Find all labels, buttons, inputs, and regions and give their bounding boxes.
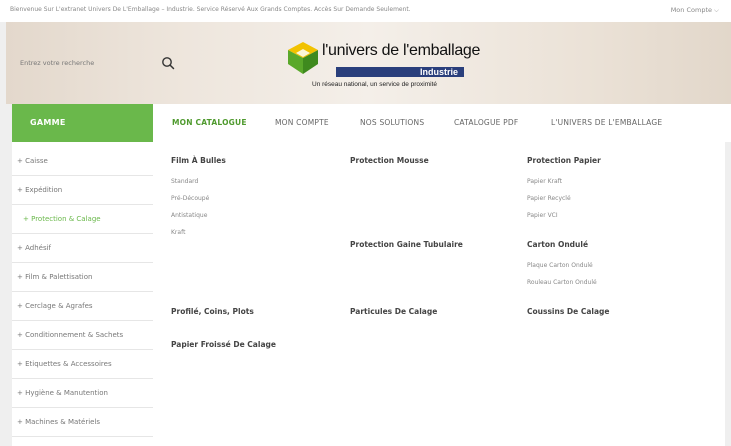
sidebar-item-etiquettes[interactable]: + Etiquettes & Accessoires — [12, 350, 153, 379]
search-icon[interactable] — [161, 56, 175, 70]
sidebar-item-adhesif[interactable]: + Adhésif — [12, 234, 153, 263]
category-heading-papier[interactable]: Protection Papier — [527, 156, 601, 165]
subcategory-link[interactable]: Pré-Découpé — [171, 195, 209, 202]
gamme-header[interactable]: GAMME — [12, 104, 153, 142]
subcategory-link[interactable]: Antistatique — [171, 212, 207, 219]
site-logo[interactable]: l'univers de l'emballage Industrie Un ré… — [278, 36, 481, 96]
sidebar-item-label: + Cerclage & Agrafes — [17, 302, 93, 310]
subcategory-link[interactable]: Kraft — [171, 229, 185, 236]
sidebar-item-expedition[interactable]: + Expédition — [12, 176, 153, 205]
logo-industrie-banner: Industrie — [336, 67, 464, 77]
account-menu-link[interactable]: Mon Compte ⌵ — [671, 6, 719, 15]
nav-univers-emballage[interactable]: L'UNIVERS DE L'EMBALLAGE — [551, 104, 662, 142]
sidebar-item-label: + Caisse — [17, 157, 48, 165]
sidebar-item-cerclage-agrafes[interactable]: + Cerclage & Agrafes — [12, 292, 153, 321]
search-box[interactable]: Entrez votre recherche — [20, 53, 175, 75]
category-heading-mousse[interactable]: Protection Mousse — [350, 156, 429, 165]
sidebar-item-caisse[interactable]: + Caisse — [12, 147, 153, 176]
site-header: Entrez votre recherche l'univers de l'em… — [6, 22, 731, 104]
subcategory-link[interactable]: Plaque Carton Ondulé — [527, 262, 593, 269]
sidebar-item-hygiene[interactable]: + Hygiène & Manutention — [12, 379, 153, 408]
sidebar-item-film-palettisation[interactable]: + Film & Palettisation — [12, 263, 153, 292]
category-heading-film-bulles[interactable]: Film À Bulles — [171, 156, 226, 165]
category-heading-carton-ondule[interactable]: Carton Ondulé — [527, 240, 588, 249]
sidebar-item-label: + Expédition — [17, 186, 63, 194]
sidebar-item-protection-calage[interactable]: + Protection & Calage — [12, 205, 153, 234]
category-heading-profile-coins[interactable]: Profilé, Coins, Plots — [171, 307, 254, 316]
subcategory-link[interactable]: Standard — [171, 178, 198, 185]
subcategory-link[interactable]: Papier VCI — [527, 212, 558, 219]
nav-nos-solutions[interactable]: NOS SOLUTIONS — [360, 104, 424, 142]
sidebar-item-label: + Protection & Calage — [23, 215, 101, 223]
category-heading-gaine-tubulaire[interactable]: Protection Gaine Tubulaire — [350, 240, 463, 249]
subcategory-link[interactable]: Papier Kraft — [527, 178, 562, 185]
sidebar-item-label: + Conditionnement & Sachets — [17, 331, 124, 339]
logo-tagline: Un réseau national, un service de proxim… — [312, 81, 438, 88]
sidebar-item-label: + Etiquettes & Accessoires — [17, 360, 112, 368]
sidebar-item-machines[interactable]: + Machines & Matériels — [12, 408, 153, 437]
category-heading-papier-froisse[interactable]: Papier Froissé De Calage — [171, 340, 276, 349]
subcategory-link[interactable]: Papier Recyclé — [527, 195, 571, 202]
welcome-message: Bienvenue Sur L'extranet Univers De L'Em… — [10, 6, 411, 13]
logo-emblem-icon — [288, 42, 318, 74]
sidebar-item-label: + Film & Palettisation — [17, 273, 93, 281]
subcategory-link[interactable]: Rouleau Carton Ondulé — [527, 279, 597, 286]
catalog-panel: Film À Bulles Standard Pré-Découpé Antis… — [153, 142, 725, 446]
search-input[interactable]: Entrez votre recherche — [20, 59, 94, 67]
sidebar-item-conditionnement[interactable]: + Conditionnement & Sachets — [12, 321, 153, 350]
sidebar-item-label: + Hygiène & Manutention — [17, 389, 108, 397]
category-heading-coussins[interactable]: Coussins De Calage — [527, 307, 610, 316]
main-nav: MON CATALOGUE MON COMPTE NOS SOLUTIONS C… — [153, 104, 731, 142]
top-info-bar: Bienvenue Sur L'extranet Univers De L'Em… — [0, 0, 731, 22]
category-sidebar: + Caisse + Expédition + Protection & Cal… — [12, 142, 153, 446]
nav-mon-catalogue[interactable]: MON CATALOGUE — [172, 104, 247, 142]
nav-catalogue-pdf[interactable]: CATALOGUE PDF — [454, 104, 518, 142]
logo-brand-text: l'univers de l'emballage — [322, 42, 481, 59]
sidebar-item-label: + Adhésif — [17, 244, 51, 252]
nav-mon-compte[interactable]: MON COMPTE — [275, 104, 329, 142]
sidebar-item-label: + Machines & Matériels — [17, 418, 101, 426]
category-heading-particules[interactable]: Particules De Calage — [350, 307, 437, 316]
